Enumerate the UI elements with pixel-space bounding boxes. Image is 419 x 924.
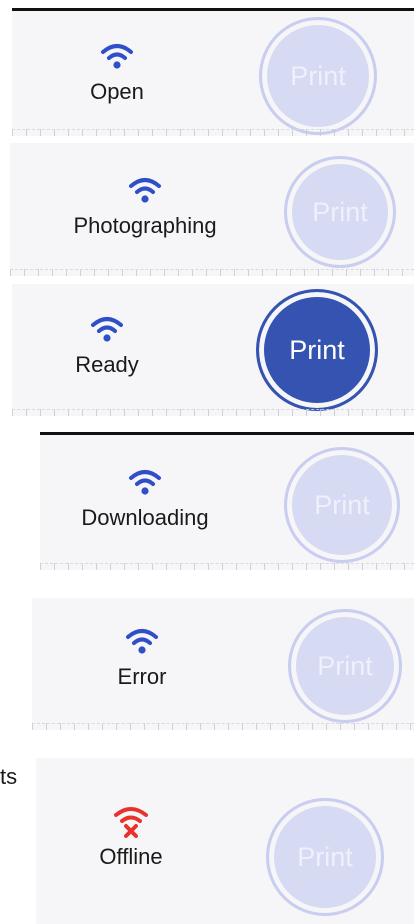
status-indicator: Downloading (55, 467, 235, 531)
row-divider (12, 409, 414, 416)
wifi-error-icon (114, 807, 148, 838)
wifi-icon (129, 470, 161, 495)
status-row-error: Error Print (32, 598, 414, 730)
wifi-icon (91, 317, 123, 342)
row-divider (40, 563, 414, 570)
status-row-ready: Ready Print (12, 284, 414, 416)
print-button[interactable]: Print (256, 289, 378, 411)
status-row-photographing: Photographing Print (10, 143, 414, 276)
status-label: Ready (75, 352, 139, 377)
wifi-icon (101, 44, 133, 69)
print-button[interactable]: Print (284, 156, 396, 268)
row-divider (32, 723, 414, 730)
status-row-open: Open Print (12, 11, 414, 136)
wifi-icon (126, 629, 158, 654)
print-button[interactable]: Print (284, 447, 400, 563)
row-divider (12, 129, 414, 136)
print-button[interactable]: Print (288, 609, 402, 723)
status-indicator: Open (72, 41, 162, 105)
clipped-text: ts (0, 764, 18, 789)
status-row-offline: Offline Print (36, 758, 414, 924)
wifi-icon (129, 178, 161, 203)
status-label: Photographing (73, 213, 217, 238)
status-indicator: Photographing (50, 175, 240, 239)
status-row-downloading: Downloading Print (40, 435, 414, 570)
print-button[interactable]: Print (266, 798, 384, 916)
status-label: Offline (99, 844, 163, 869)
status-label: Error (117, 664, 167, 689)
row-divider (10, 269, 414, 276)
print-button[interactable]: Print (259, 17, 377, 135)
status-label: Downloading (81, 505, 209, 530)
status-indicator: Offline (76, 804, 186, 870)
status-label: Open (90, 79, 144, 104)
status-indicator: Ready (52, 314, 162, 378)
status-indicator: Error (97, 626, 187, 690)
